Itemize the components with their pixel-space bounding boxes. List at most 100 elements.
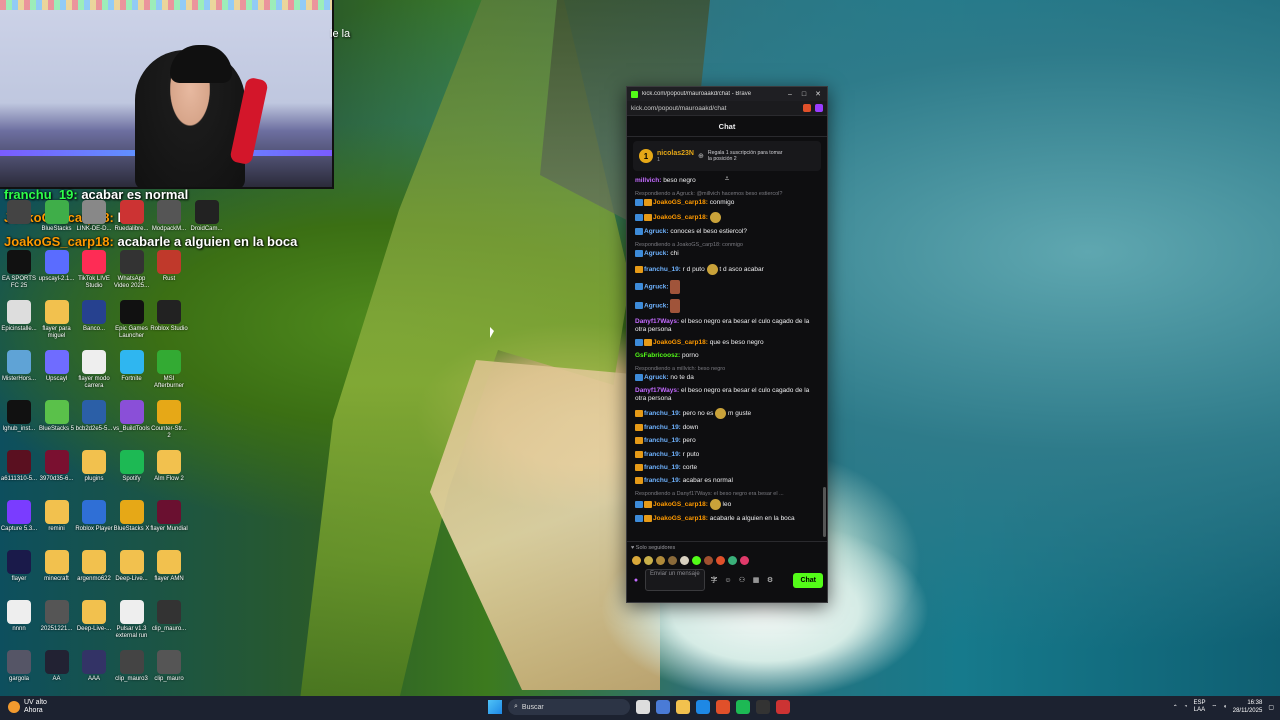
desktop-icon[interactable]: bcb2d2e5-5... xyxy=(75,400,113,433)
emote-1[interactable] xyxy=(632,555,641,565)
desktop-icon[interactable]: nnnn xyxy=(0,600,38,633)
chat-username[interactable]: Agruck: xyxy=(644,283,669,290)
desktop-icon[interactable]: EA SPORTS FC 25 xyxy=(0,250,38,290)
microphone-icon[interactable]: ● xyxy=(631,577,641,584)
desktop-icon[interactable]: vs_BuildTools xyxy=(113,400,151,433)
desktop-icon[interactable]: Fortnite xyxy=(113,350,151,383)
chat-username[interactable]: franchu_19: xyxy=(644,438,681,445)
desktop-icon[interactable]: gargola xyxy=(0,650,38,683)
minimize-button[interactable]: – xyxy=(785,91,795,98)
desktop-icon[interactable]: BlueStacks xyxy=(38,200,76,233)
emote-3[interactable] xyxy=(656,555,665,565)
translate-icon[interactable]: 字 xyxy=(709,575,719,585)
chat-message[interactable]: franchu_19: down xyxy=(635,424,821,432)
desktop-icon[interactable]: AA xyxy=(38,650,76,683)
clock[interactable]: 16:38 28/11/2025 xyxy=(1233,699,1263,715)
taskbar-search[interactable]: ⌕ Buscar xyxy=(508,699,630,715)
desktop-icon[interactable]: Banco... xyxy=(75,300,113,333)
desktop-icon[interactable]: lghub_inst... xyxy=(0,400,38,433)
chat-message[interactable]: Respondiendo a Danyf17Ways: el beso negr… xyxy=(635,490,821,511)
task-view-icon[interactable] xyxy=(636,700,650,714)
windows-start-icon[interactable] xyxy=(488,700,502,714)
tray-chevron-icon[interactable]: ⌃ xyxy=(1173,704,1178,711)
close-button[interactable]: ✕ xyxy=(813,90,823,98)
scrollbar[interactable] xyxy=(823,487,826,537)
desktop-icon[interactable]: clip_mauro3 xyxy=(113,650,151,683)
maximize-button[interactable]: □ xyxy=(799,91,809,98)
emote-9[interactable] xyxy=(728,555,737,565)
chat-message[interactable]: JoakoGS_carp18: xyxy=(635,212,821,224)
edge-icon[interactable] xyxy=(696,700,710,714)
chat-username[interactable]: Agruck: xyxy=(644,374,669,381)
chat-username[interactable]: JoakoGS_carp18: xyxy=(653,214,708,221)
desktop-icon[interactable]: minecraft xyxy=(38,550,76,583)
chat-username[interactable]: franchu_19: xyxy=(644,451,681,458)
chat-username[interactable]: Agruck: xyxy=(644,251,669,258)
desktop-icon[interactable]: Roblox Studio xyxy=(150,300,188,333)
desktop-icon[interactable]: clip_mauro xyxy=(150,650,188,683)
wifi-icon[interactable]: ⌔ xyxy=(1211,703,1217,711)
chat-input[interactable]: Enviar un mensaje xyxy=(645,569,705,591)
chat-message[interactable]: JoakoGS_carp18: acabarle a alguien en la… xyxy=(635,515,821,523)
emote-5[interactable] xyxy=(680,555,689,565)
desktop-icon[interactable]: 3970d35-6... xyxy=(38,450,76,483)
chat-message[interactable]: Danyf17Ways: el beso negro era besar el … xyxy=(635,387,821,403)
emote-6[interactable] xyxy=(692,555,701,565)
network-icon[interactable]: ◔ xyxy=(1184,704,1188,710)
desktop-icon[interactable]: argenmo622 xyxy=(75,550,113,583)
chat-username[interactable]: Agruck: xyxy=(644,228,669,235)
desktop-icon[interactable]: AAA xyxy=(75,650,113,683)
extension-icon[interactable] xyxy=(815,104,823,112)
spotify-icon[interactable] xyxy=(736,700,750,714)
chat-message[interactable]: Respondiendo a JoakoGS_carp18: conmigo Ag… xyxy=(635,241,821,258)
desktop-icon[interactable]: Ruedalibre... xyxy=(113,200,151,233)
volume-icon[interactable]: ◖ xyxy=(1223,704,1227,710)
emoji-icon[interactable]: ☺ xyxy=(723,577,733,584)
desktop-icon[interactable]: Epicinstalle... xyxy=(0,300,38,333)
chat-username[interactable]: JoakoGS_carp18: xyxy=(653,501,708,508)
desktop-icon[interactable]: DroidCam... xyxy=(188,200,226,233)
chat-username[interactable]: franchu_19: xyxy=(644,424,681,431)
desktop-icon[interactable]: Pulsar v1.3 external run xyxy=(113,600,151,640)
chat-message[interactable]: franchu_19: r puto xyxy=(635,450,821,459)
desktop-icon[interactable]: Epic Games Launcher xyxy=(113,300,151,340)
emote-7[interactable] xyxy=(704,555,713,565)
chat-username[interactable]: franchu_19: xyxy=(644,464,681,471)
desktop-icon[interactable]: upscayl-2.1... xyxy=(38,250,76,283)
desktop-icon[interactable]: clip_mauro... xyxy=(150,600,188,633)
desktop-icon[interactable]: remini xyxy=(38,500,76,533)
chat-username[interactable]: franchu_19: xyxy=(644,410,681,417)
desktop-icon[interactable]: MSI Afterburner xyxy=(150,350,188,390)
send-chat-button[interactable]: Chat xyxy=(793,572,823,588)
teams-icon[interactable] xyxy=(656,700,670,714)
language-indicator[interactable]: ESP LAA xyxy=(1193,700,1205,714)
desktop-icon[interactable]: LINK-DE-D... xyxy=(75,200,113,233)
emote-2[interactable] xyxy=(644,555,653,565)
chat-username[interactable]: JoakoGS_carp18: xyxy=(653,199,708,206)
app-taskbar-icon[interactable] xyxy=(776,700,790,714)
desktop-icon[interactable]: BlueStacks 5 xyxy=(38,400,76,433)
users-icon[interactable]: ⚇ xyxy=(737,576,747,584)
chat-username[interactable]: franchu_19: xyxy=(644,477,681,484)
desktop-icon[interactable]: MisterHors... xyxy=(0,350,38,383)
top-gifter-banner[interactable]: 1 nicolas23N 1 ⊕ Regala 1 suscripción pa… xyxy=(633,141,821,171)
chat-message[interactable]: franchu_19: acabar es normal xyxy=(635,476,821,485)
chat-message[interactable]: Danyf17Ways: el beso negro era besar el … xyxy=(635,318,821,334)
chat-username[interactable]: JoakoGS_carp18: xyxy=(653,339,708,346)
chat-username[interactable]: Danyf17Ways: xyxy=(635,318,679,325)
desktop-icon[interactable]: Spotify xyxy=(113,450,151,483)
desktop-icon[interactable]: flayer para miguel xyxy=(38,300,76,340)
chat-message[interactable]: Agruck: xyxy=(635,279,821,294)
notifications-icon[interactable]: ▢ xyxy=(1268,704,1274,711)
weather-widget[interactable]: UV alto Ahora xyxy=(8,699,47,715)
desktop-icon[interactable]: Deep-Live... xyxy=(113,550,151,583)
desktop-icon[interactable]: Capture 5.3... xyxy=(0,500,38,533)
brave-shield-icon[interactable] xyxy=(803,104,811,112)
chat-username[interactable]: GsFabricoosz: xyxy=(635,352,680,359)
brave-icon[interactable] xyxy=(716,700,730,714)
desktop-icon[interactable]: Upscayl xyxy=(38,350,76,383)
chat-username[interactable]: franchu_19: xyxy=(644,266,681,273)
chat-message[interactable]: Agruck: conoces el beso estiercol? xyxy=(635,228,821,236)
desktop-icon[interactable]: flayer AMN xyxy=(150,550,188,583)
chat-message[interactable]: franchu_19: r d puto t d asco acabar xyxy=(635,263,821,275)
